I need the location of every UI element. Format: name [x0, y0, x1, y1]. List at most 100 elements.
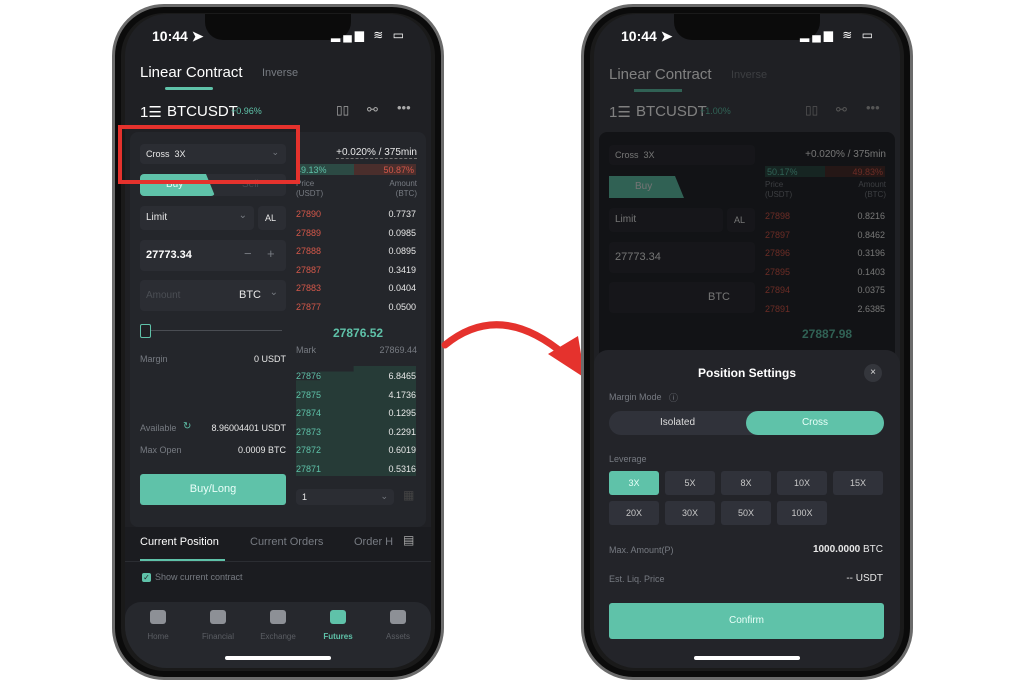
nav-futures-icon: [330, 610, 346, 624]
max-amount-number: 1000.0000: [812, 544, 861, 555]
leverage-option[interactable]: 50X: [721, 501, 771, 525]
link-icon[interactable]: ⚯: [836, 102, 847, 118]
ask-row[interactable]: 27895 0.1403: [765, 267, 885, 279]
nav-label: Home: [147, 632, 169, 641]
amount-input[interactable]: BTC: [609, 282, 755, 313]
row-price: 27891: [765, 303, 791, 314]
link-icon[interactable]: ⚯: [367, 102, 378, 118]
bid-row[interactable]: 27874 0.1295: [296, 408, 416, 420]
leverage-option[interactable]: 100X: [777, 501, 827, 525]
sell-ratio-bar: 50.87%: [354, 164, 416, 175]
ask-row[interactable]: 27887 0.3419: [296, 265, 416, 277]
ask-row[interactable]: 27888 0.0895: [296, 246, 416, 258]
tab-inverse[interactable]: Inverse: [731, 69, 767, 81]
max-open-label: Max Open: [140, 445, 182, 455]
amount-unit-select[interactable]: BTC: [239, 289, 261, 301]
mode-cross[interactable]: Cross: [746, 411, 884, 435]
ask-row[interactable]: 27889 0.0985: [296, 228, 416, 240]
candle-icon[interactable]: ▯▯: [336, 103, 349, 117]
buy-tab[interactable]: Buy: [609, 176, 684, 198]
price-input[interactable]: 27773.34− +: [140, 240, 286, 271]
tab-linear-contract[interactable]: Linear Contract: [609, 66, 712, 83]
leverage-option[interactable]: 30X: [665, 501, 715, 525]
ask-row[interactable]: 27891 2.6385: [765, 304, 885, 316]
left-screen: 10:44 ➤ ▂▄▆ ≋ ▭ Linear Contract Inverse …: [125, 14, 431, 668]
nav-item-exchange[interactable]: Exchange: [253, 602, 303, 652]
buy-long-button[interactable]: Buy/Long: [140, 474, 286, 505]
status-time: 10:44 ➤: [152, 28, 204, 44]
more-icon[interactable]: •••: [397, 100, 411, 115]
amount-slider[interactable]: [140, 324, 286, 338]
home-indicator: [225, 656, 331, 660]
ask-row[interactable]: 27894 0.0375: [765, 285, 885, 297]
bid-row[interactable]: 27876 6.8465: [296, 371, 416, 383]
tab-linear-contract[interactable]: Linear Contract: [140, 64, 243, 81]
bottom-tab[interactable]: Order H: [354, 536, 393, 548]
ask-row[interactable]: 27890 0.7737: [296, 209, 416, 221]
margin-mode-label: Margin Mode: [609, 392, 662, 402]
help-icon[interactable]: ⓘ: [669, 391, 678, 404]
nav-item-financial[interactable]: Financial: [193, 602, 243, 652]
order-type-select[interactable]: Limit: [609, 208, 723, 232]
symbol-name[interactable]: BTCUSDT: [636, 103, 707, 120]
chevron-down-icon: ⌄: [269, 287, 278, 298]
margin-mode-select[interactable]: Cross 3X: [609, 145, 755, 165]
symbol-name[interactable]: BTCUSDT: [167, 103, 238, 120]
ask-row[interactable]: 27897 0.8462: [765, 230, 885, 242]
available-value: 8.96004401 USDT: [211, 423, 286, 433]
more-icon[interactable]: •••: [866, 100, 880, 115]
ask-row[interactable]: 27877 0.0500: [296, 302, 416, 314]
amount-input[interactable]: Amount BTC ⌄: [140, 280, 286, 311]
leverage-option[interactable]: 10X: [777, 471, 827, 495]
bid-row[interactable]: 27873 0.2291: [296, 427, 416, 439]
nav-item-home[interactable]: Home: [133, 602, 183, 652]
bottom-tab[interactable]: Current Orders: [250, 536, 323, 548]
nav-item-futures[interactable]: Futures: [313, 602, 363, 652]
modal-title: Position Settings: [697, 366, 796, 380]
nav-home-icon: [150, 610, 166, 624]
al-button[interactable]: AL: [727, 208, 755, 232]
symbol-change: +1.00%: [700, 106, 731, 116]
close-icon[interactable]: ×: [864, 364, 882, 382]
leverage-option[interactable]: 5X: [665, 471, 715, 495]
row-amount: 0.8216: [857, 211, 885, 221]
plus-icon[interactable]: +: [267, 246, 275, 261]
clipboard-icon[interactable]: ▤: [403, 533, 414, 547]
mark-value: 27869.44: [379, 345, 417, 355]
last-price: 27876.52: [333, 326, 384, 340]
row-price: 27896: [765, 248, 791, 258]
row-price: 27874: [296, 408, 322, 418]
bid-row[interactable]: 27872 0.6019: [296, 445, 416, 457]
leverage-option[interactable]: 3X: [609, 471, 659, 495]
mode-isolated[interactable]: Isolated: [609, 417, 746, 428]
minus-icon[interactable]: −: [244, 246, 252, 261]
ask-row[interactable]: 27883 0.0404: [296, 283, 416, 295]
ask-row[interactable]: 27898 0.8216: [765, 211, 885, 223]
order-type-select[interactable]: Limit ⌄: [140, 206, 254, 230]
row-price: 27894: [765, 285, 791, 295]
leverage-option[interactable]: 20X: [609, 501, 659, 525]
row-amount: 0.5316: [388, 463, 416, 474]
bottom-tab[interactable]: Current Position: [140, 536, 219, 548]
slider-handle-icon[interactable]: [140, 324, 151, 338]
book-layout-icon[interactable]: ▦: [403, 488, 414, 502]
last-price: 27887.98: [802, 327, 853, 341]
leverage-option[interactable]: 15X: [833, 471, 883, 495]
leverage-option[interactable]: 8X: [721, 471, 771, 495]
row-amount: 0.3419: [388, 264, 416, 275]
show-current-checkbox[interactable]: ✓: [142, 573, 151, 582]
transfer-icon[interactable]: ↻: [183, 421, 191, 432]
depth-select[interactable]: 1 ⌄: [296, 489, 394, 505]
bid-row[interactable]: 27871 0.5316: [296, 464, 416, 476]
bid-row[interactable]: 27875 4.1736: [296, 390, 416, 402]
price-input[interactable]: 27773.34: [609, 242, 755, 273]
menu-icon[interactable]: 1☰: [609, 103, 631, 121]
nav-item-assets[interactable]: Assets: [373, 602, 423, 652]
nav-exchange-icon: [270, 610, 286, 624]
confirm-button[interactable]: Confirm: [609, 603, 884, 639]
candle-icon[interactable]: ▯▯: [805, 103, 818, 117]
al-button[interactable]: AL: [258, 206, 286, 230]
tab-inverse[interactable]: Inverse: [262, 67, 298, 79]
menu-icon[interactable]: 1☰: [140, 103, 162, 121]
ask-row[interactable]: 27896 0.3196: [765, 248, 885, 260]
